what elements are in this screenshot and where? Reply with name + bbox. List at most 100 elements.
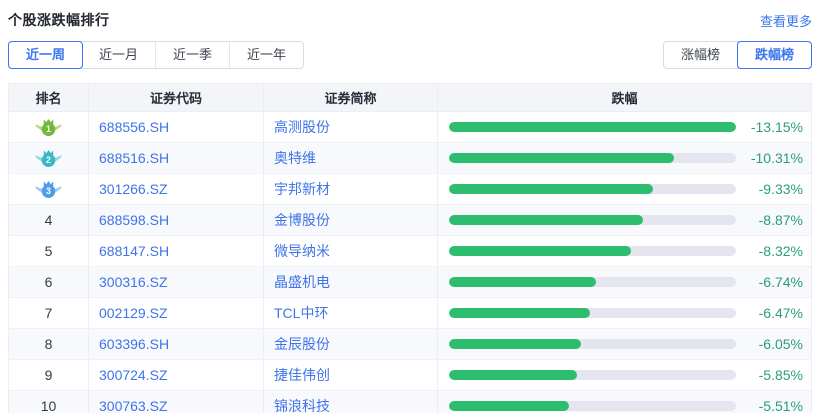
stock-name-link[interactable]: 晶盛机电 [264, 267, 438, 297]
rank-number: 4 [45, 212, 53, 228]
table-row: 4 688598.SH 金博股份 -8.87% [9, 205, 811, 236]
change-bar-fill [449, 401, 569, 411]
stock-code-link[interactable]: 301266.SZ [89, 174, 264, 204]
change-bar-track [449, 184, 736, 194]
svg-text:1: 1 [46, 124, 51, 134]
table-row: 1 688556.SH 高测股份 -13.15% [9, 112, 811, 143]
stock-ranking-panel: 个股涨跌幅排行 查看更多 近一周近一月近一季近一年 涨幅榜跌幅榜 排名 证券代码… [0, 0, 820, 413]
view-more-link[interactable]: 查看更多 [760, 11, 812, 30]
col-header-change: 跌幅 [438, 84, 811, 111]
change-bar-track [449, 401, 736, 411]
change-bar-track [449, 277, 736, 287]
col-header-name: 证券简称 [264, 84, 438, 111]
table-row: 10 300763.SZ 锦浪科技 -5.51% [9, 391, 811, 413]
col-header-code: 证券代码 [89, 84, 264, 111]
col-header-rank: 排名 [9, 84, 89, 111]
tab-last-quarter[interactable]: 近一季 [156, 42, 230, 68]
change-percent: -5.51% [759, 398, 803, 413]
table-row: 3 301266.SZ 宇邦新材 -9.33% [9, 174, 811, 205]
stock-name-link[interactable]: 奥特维 [264, 143, 438, 173]
change-percent: -6.74% [759, 274, 803, 290]
page-title: 个股涨跌幅排行 [8, 10, 110, 30]
stock-code-link[interactable]: 688516.SH [89, 143, 264, 173]
board-tabs: 涨幅榜跌幅榜 [663, 41, 812, 69]
svg-text:2: 2 [46, 155, 51, 165]
change-percent: -10.31% [751, 150, 803, 166]
rank-number: 8 [45, 336, 53, 352]
rank-cell: 2 [9, 143, 89, 173]
rank-cell: 7 [9, 298, 89, 328]
change-bar-track [449, 122, 736, 132]
change-cell: -6.05% [438, 329, 811, 359]
stock-code-link[interactable]: 688598.SH [89, 205, 264, 235]
change-cell: -5.85% [438, 360, 811, 390]
change-percent: -6.47% [759, 305, 803, 321]
titlebar: 个股涨跌幅排行 查看更多 [8, 10, 812, 30]
stock-code-link[interactable]: 603396.SH [89, 329, 264, 359]
change-cell: -9.33% [438, 174, 811, 204]
tab-last-year[interactable]: 近一年 [230, 42, 303, 68]
stock-code-link[interactable]: 688147.SH [89, 236, 264, 266]
rank-medal-icon: 1 [35, 118, 62, 137]
stock-name-link[interactable]: 金辰股份 [264, 329, 438, 359]
change-percent: -5.85% [759, 367, 803, 383]
change-bar-fill [449, 308, 590, 318]
rank-cell: 10 [9, 391, 89, 413]
period-tabs: 近一周近一月近一季近一年 [8, 41, 304, 69]
stock-name-link[interactable]: 锦浪科技 [264, 391, 438, 413]
change-percent: -8.87% [759, 212, 803, 228]
change-bar-track [449, 246, 736, 256]
stock-name-link[interactable]: 微导纳米 [264, 236, 438, 266]
change-bar-fill [449, 246, 631, 256]
change-bar-track [449, 215, 736, 225]
stock-name-link[interactable]: 捷佳伟创 [264, 360, 438, 390]
change-bar-fill [449, 215, 643, 225]
table-row: 8 603396.SH 金辰股份 -6.05% [9, 329, 811, 360]
rank-number: 6 [45, 274, 53, 290]
change-bar-fill [449, 184, 653, 194]
table-row: 2 688516.SH 奥特维 -10.31% [9, 143, 811, 174]
stock-name-link[interactable]: 金博股份 [264, 205, 438, 235]
table-row: 7 002129.SZ TCL中环 -6.47% [9, 298, 811, 329]
stock-code-link[interactable]: 688556.SH [89, 112, 264, 142]
tab-losers[interactable]: 跌幅榜 [737, 41, 812, 69]
stock-name-link[interactable]: 高测股份 [264, 112, 438, 142]
change-percent: -8.32% [759, 243, 803, 259]
tab-gainers[interactable]: 涨幅榜 [664, 42, 738, 68]
change-bar-track [449, 370, 736, 380]
ranking-table: 排名 证券代码 证券简称 跌幅 1 688556.SH 高测股份 -13.15% [8, 83, 812, 413]
table-row: 6 300316.SZ 晶盛机电 -6.74% [9, 267, 811, 298]
change-percent: -9.33% [759, 181, 803, 197]
rank-cell: 5 [9, 236, 89, 266]
stock-name-link[interactable]: 宇邦新材 [264, 174, 438, 204]
stock-code-link[interactable]: 300763.SZ [89, 391, 264, 413]
rank-number: 7 [45, 305, 53, 321]
rank-medal-icon: 3 [35, 180, 62, 199]
stock-code-link[interactable]: 300316.SZ [89, 267, 264, 297]
rank-cell: 9 [9, 360, 89, 390]
change-bar-fill [449, 370, 577, 380]
change-bar-fill [449, 339, 581, 349]
stock-code-link[interactable]: 002129.SZ [89, 298, 264, 328]
tab-last-week[interactable]: 近一周 [8, 41, 83, 69]
change-bar-track [449, 339, 736, 349]
tab-last-month[interactable]: 近一月 [82, 42, 156, 68]
change-percent: -13.15% [751, 119, 803, 135]
change-cell: -10.31% [438, 143, 811, 173]
change-cell: -8.32% [438, 236, 811, 266]
change-bar-fill [449, 277, 596, 287]
stock-name-link[interactable]: TCL中环 [264, 298, 438, 328]
stock-code-link[interactable]: 300724.SZ [89, 360, 264, 390]
change-bar-fill [449, 122, 736, 132]
rank-number: 5 [45, 243, 53, 259]
change-percent: -6.05% [759, 336, 803, 352]
table-row: 5 688147.SH 微导纳米 -8.32% [9, 236, 811, 267]
change-cell: -6.74% [438, 267, 811, 297]
rank-cell: 6 [9, 267, 89, 297]
change-bar-fill [449, 153, 674, 163]
rank-cell: 1 [9, 112, 89, 142]
svg-text:3: 3 [46, 186, 51, 196]
change-cell: -6.47% [438, 298, 811, 328]
change-cell: -5.51% [438, 391, 811, 413]
rank-cell: 3 [9, 174, 89, 204]
